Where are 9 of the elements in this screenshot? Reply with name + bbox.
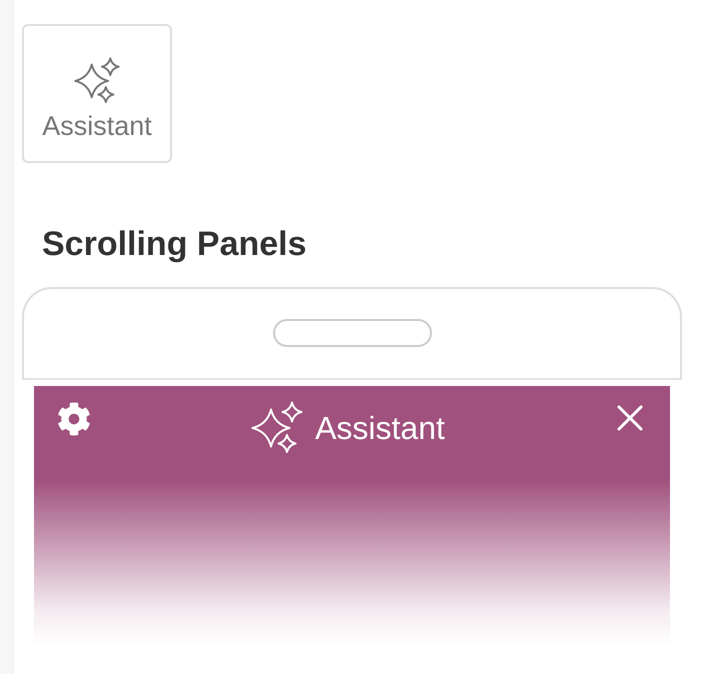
section-title: Scrolling Panels [42,224,307,264]
settings-button[interactable] [57,402,91,436]
sparkles-icon [74,57,120,103]
panel-title: Assistant [315,409,445,447]
settings-icon [57,402,91,436]
close-button[interactable] [617,405,643,431]
assistant-button[interactable]: Assistant [22,24,172,163]
sparkles-icon [251,401,304,453]
close-icon [617,405,643,431]
